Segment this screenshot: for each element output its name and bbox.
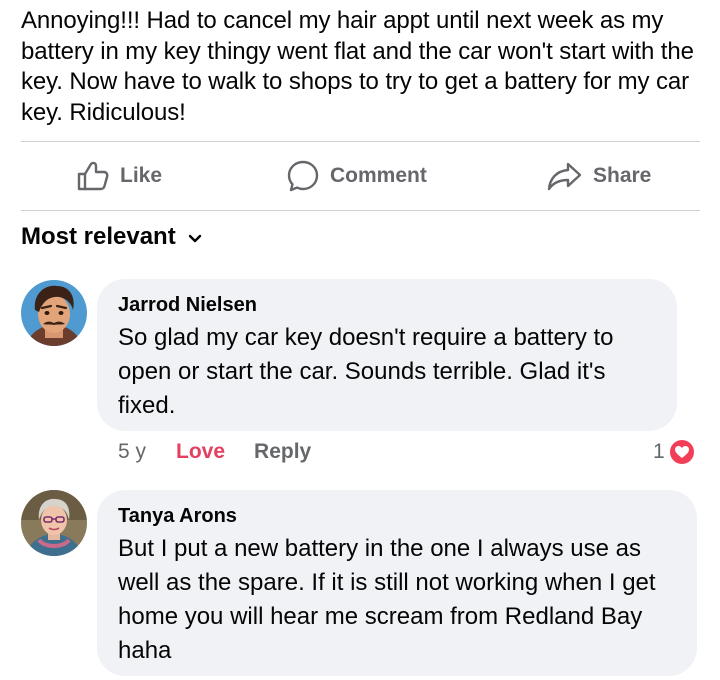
- reply-button[interactable]: Reply: [254, 440, 311, 464]
- comment-button[interactable]: Comment: [286, 158, 427, 194]
- reaction-summary[interactable]: 1: [653, 438, 696, 466]
- love-reaction-button[interactable]: Love: [176, 440, 225, 464]
- avatar[interactable]: [21, 490, 87, 556]
- reaction-count: 1: [653, 440, 665, 463]
- comment-meta: 5 y Love Reply: [118, 438, 311, 466]
- share-button[interactable]: Share: [547, 158, 651, 194]
- comment-timestamp[interactable]: 5 y: [118, 440, 146, 464]
- comment-author[interactable]: Jarrod Nielsen: [118, 292, 655, 318]
- comments-sort-dropdown[interactable]: Most relevant: [21, 223, 202, 251]
- post-action-bar: Like Comment Share: [0, 142, 720, 210]
- comment-bubble: Tanya Arons But I put a new battery in t…: [97, 490, 697, 676]
- comment-bubble: Jarrod Nielsen So glad my car key doesn'…: [97, 279, 677, 431]
- sort-label: Most relevant: [21, 223, 176, 250]
- comment-author[interactable]: Tanya Arons: [118, 503, 675, 529]
- share-label: Share: [593, 164, 652, 187]
- chevron-down-icon: [176, 223, 202, 251]
- post-text: Annoying!!! Had to cancel my hair appt u…: [21, 7, 694, 126]
- comment-text: But I put a new battery in the one I alw…: [118, 535, 656, 664]
- like-label: Like: [120, 164, 163, 187]
- thumbs-up-icon: [76, 159, 110, 193]
- speech-bubble-icon: [286, 159, 320, 193]
- avatar[interactable]: [21, 280, 87, 346]
- comment-label: Comment: [330, 164, 427, 187]
- like-button[interactable]: Like: [76, 158, 162, 194]
- comment-text: So glad my car key doesn't require a bat…: [118, 324, 614, 419]
- divider: [21, 210, 700, 211]
- heart-icon: [667, 438, 696, 466]
- share-arrow-icon: [547, 159, 583, 193]
